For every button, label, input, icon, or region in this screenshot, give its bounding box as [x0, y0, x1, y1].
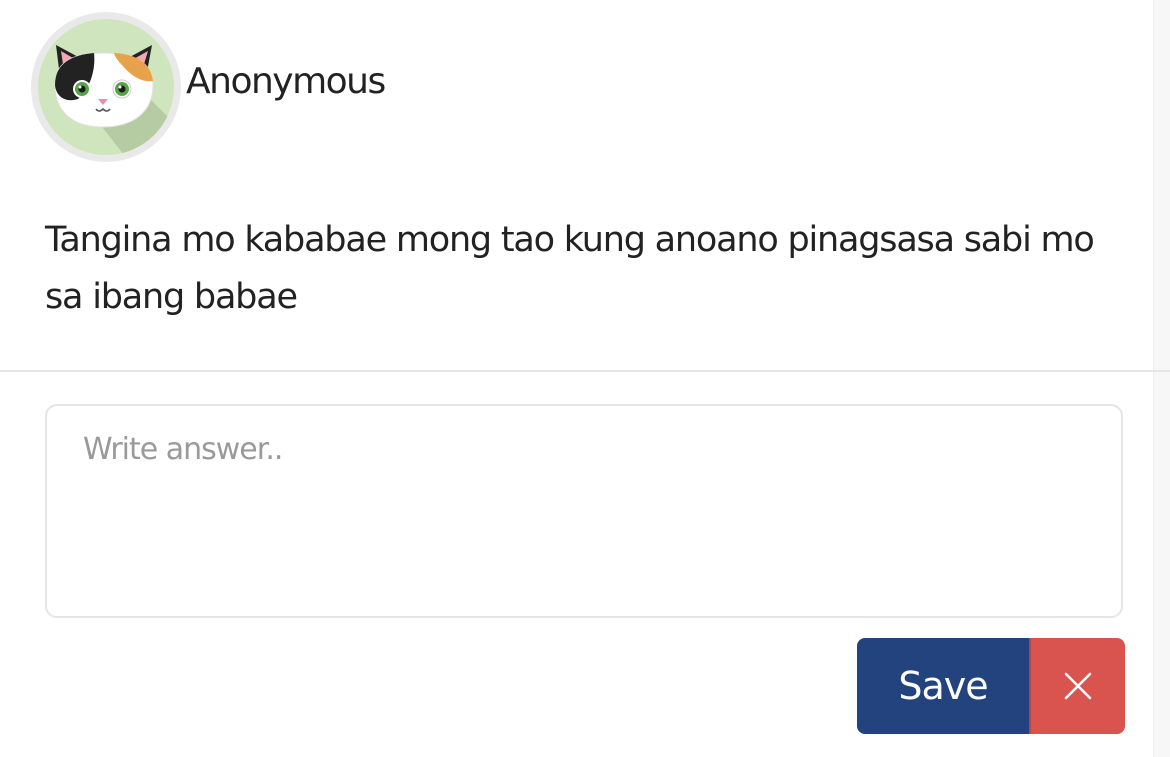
- avatar: [31, 12, 181, 162]
- cancel-button[interactable]: [1029, 638, 1125, 734]
- divider: [0, 370, 1170, 372]
- post-timestamp: 1 hour ago: [396, 66, 559, 101]
- question-text: Tangina mo kababae mong tao kung anoano …: [45, 220, 1095, 317]
- close-icon: [1064, 672, 1092, 700]
- author-name[interactable]: Anonymous: [186, 58, 386, 106]
- answer-actions: Save: [857, 638, 1125, 734]
- question-card: Anonymous 1 hour ago Tangina mo kababae …: [0, 0, 1170, 757]
- calico-cat-avatar-icon: [38, 19, 174, 155]
- save-button[interactable]: Save: [857, 638, 1029, 734]
- answer-input[interactable]: [45, 404, 1123, 618]
- scrollbar[interactable]: [1153, 0, 1170, 757]
